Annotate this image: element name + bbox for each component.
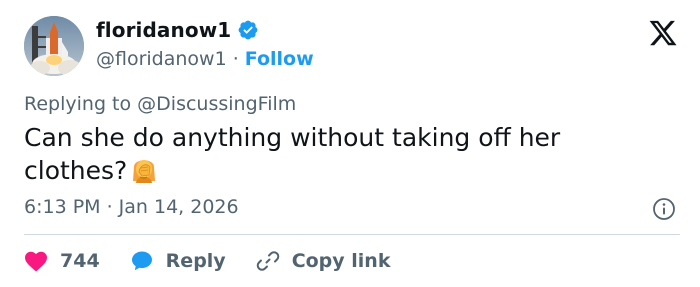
woman-facepalming-emoji	[130, 155, 158, 185]
separator-dot: ·	[232, 48, 239, 70]
replying-prefix: Replying to	[24, 93, 132, 115]
reply-label: Reply	[165, 250, 226, 272]
link-icon	[256, 249, 280, 273]
author-name-row: floridanow1	[96, 18, 259, 42]
verified-badge-icon	[237, 19, 259, 41]
divider	[24, 234, 680, 235]
tweet-actions: 744 Reply Copy link	[24, 247, 390, 275]
display-name[interactable]: floridanow1	[96, 18, 231, 42]
follow-button[interactable]: Follow	[245, 48, 314, 70]
like-count: 744	[60, 250, 100, 272]
copy-link-label: Copy link	[291, 250, 391, 272]
replying-to-line: Replying to @DiscussingFilm	[24, 93, 296, 115]
handle-row: @floridanow1 · Follow	[96, 48, 314, 70]
info-icon[interactable]	[652, 197, 676, 221]
heart-icon	[24, 250, 48, 272]
copy-link-button[interactable]: Copy link	[256, 249, 391, 273]
tweet-text: Can she do anything without taking off h…	[24, 121, 624, 187]
x-logo-icon[interactable]	[648, 18, 678, 48]
tweet-timestamp[interactable]: 6:13 PM · Jan 14, 2026	[24, 196, 239, 218]
replying-to-mention[interactable]: @DiscussingFilm	[137, 93, 296, 115]
reply-button[interactable]: Reply	[130, 249, 226, 273]
space-shuttle-launch-avatar	[24, 16, 84, 76]
user-handle[interactable]: @floridanow1	[96, 48, 227, 70]
speech-bubble-icon	[130, 249, 154, 273]
tweet-body: Can she do anything without taking off h…	[24, 123, 561, 185]
avatar[interactable]	[24, 16, 84, 76]
like-button[interactable]: 744	[24, 250, 100, 272]
